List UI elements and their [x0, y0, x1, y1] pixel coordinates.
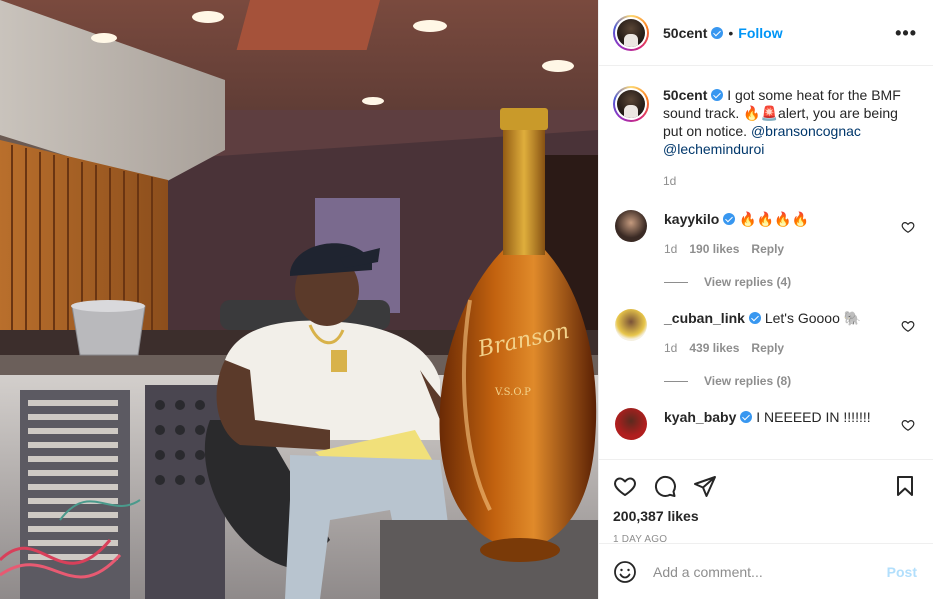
more-options-icon[interactable]: ••• [895, 24, 917, 42]
studio-photo-illustration: Branson V.S.O.P [0, 0, 598, 599]
follow-button[interactable]: Follow [738, 25, 782, 41]
comment-likes[interactable]: 190 likes [689, 242, 739, 256]
comment-heart-icon[interactable] [901, 220, 915, 234]
verified-badge-icon [723, 213, 736, 225]
mention-link[interactable]: @bransoncognac [751, 123, 861, 139]
action-bar [613, 474, 917, 498]
commenter-username[interactable]: kayykilo [664, 211, 719, 227]
comment-likes[interactable]: 439 likes [689, 341, 739, 355]
mention-link[interactable]: @lecheminduroi [663, 141, 764, 157]
commenter-username[interactable]: kyah_baby [664, 409, 736, 425]
comment-item: kyah_baby I NEEEED IN !!!!!!! [613, 408, 917, 440]
reply-button[interactable]: Reply [751, 242, 784, 256]
view-replies-button[interactable]: View replies (8) [664, 374, 894, 388]
commenter-avatar[interactable] [615, 210, 647, 242]
comment-text: I NEEEED IN !!!!!!! [756, 409, 871, 425]
heart-icon[interactable] [613, 474, 637, 498]
comment-text: 🔥🔥🔥🔥 [739, 211, 809, 227]
add-comment-bar: Post [599, 543, 933, 599]
commenter-avatar[interactable] [615, 309, 647, 341]
caption-body: 50cent I got some heat for the BMF sound… [663, 86, 917, 190]
likes-count[interactable]: 200,387 likes [613, 508, 917, 524]
verified-badge-icon [711, 89, 724, 101]
comment-item: kayykilo 🔥🔥🔥🔥 1d 190 likes Reply View re… [613, 210, 917, 289]
caption-username[interactable]: 50cent [663, 87, 707, 103]
view-replies-button[interactable]: View replies (4) [664, 275, 894, 289]
instagram-post: Branson V.S.O.P 50cent • Follow ••• 50ce [0, 0, 933, 599]
comment-text: Let's Goooo 🐘 [764, 310, 862, 326]
comment-input[interactable] [653, 563, 887, 580]
caption-age[interactable]: 1d [663, 172, 917, 190]
author-avatar[interactable] [613, 14, 649, 51]
verified-badge-icon [711, 26, 724, 39]
comment-item: _cuban_link Let's Goooo 🐘 1d 439 likes R… [613, 309, 917, 388]
commenter-username[interactable]: _cuban_link [664, 310, 745, 326]
post-caption: 50cent I got some heat for the BMF sound… [613, 86, 917, 190]
caption-avatar[interactable] [613, 86, 649, 122]
reply-button[interactable]: Reply [751, 341, 784, 355]
post-photo[interactable]: Branson V.S.O.P [0, 0, 598, 599]
comment-age[interactable]: 1d [664, 242, 677, 256]
author-username[interactable]: 50cent [663, 25, 707, 41]
verified-badge-icon [740, 411, 753, 423]
post-side-panel: 50cent • Follow ••• 50cent I got some he… [598, 0, 933, 599]
comment-heart-icon[interactable] [901, 319, 915, 333]
smiley-icon[interactable] [613, 560, 637, 584]
commenter-avatar[interactable] [615, 408, 647, 440]
separator-dot: • [728, 24, 734, 41]
post-comment-button[interactable]: Post [887, 564, 917, 580]
post-header: 50cent • Follow ••• [599, 0, 933, 66]
verified-badge-icon [748, 312, 761, 324]
bottle-label-grade: V.S.O.P [494, 387, 531, 398]
bookmark-icon[interactable] [893, 474, 917, 498]
comments-list[interactable]: 50cent I got some heat for the BMF sound… [599, 66, 933, 459]
comment-heart-icon[interactable] [901, 418, 915, 432]
caption-emoji: 🔥🚨 [743, 105, 779, 121]
comment-icon[interactable] [653, 474, 677, 498]
comment-age[interactable]: 1d [664, 341, 677, 355]
paper-plane-icon[interactable] [693, 474, 717, 498]
